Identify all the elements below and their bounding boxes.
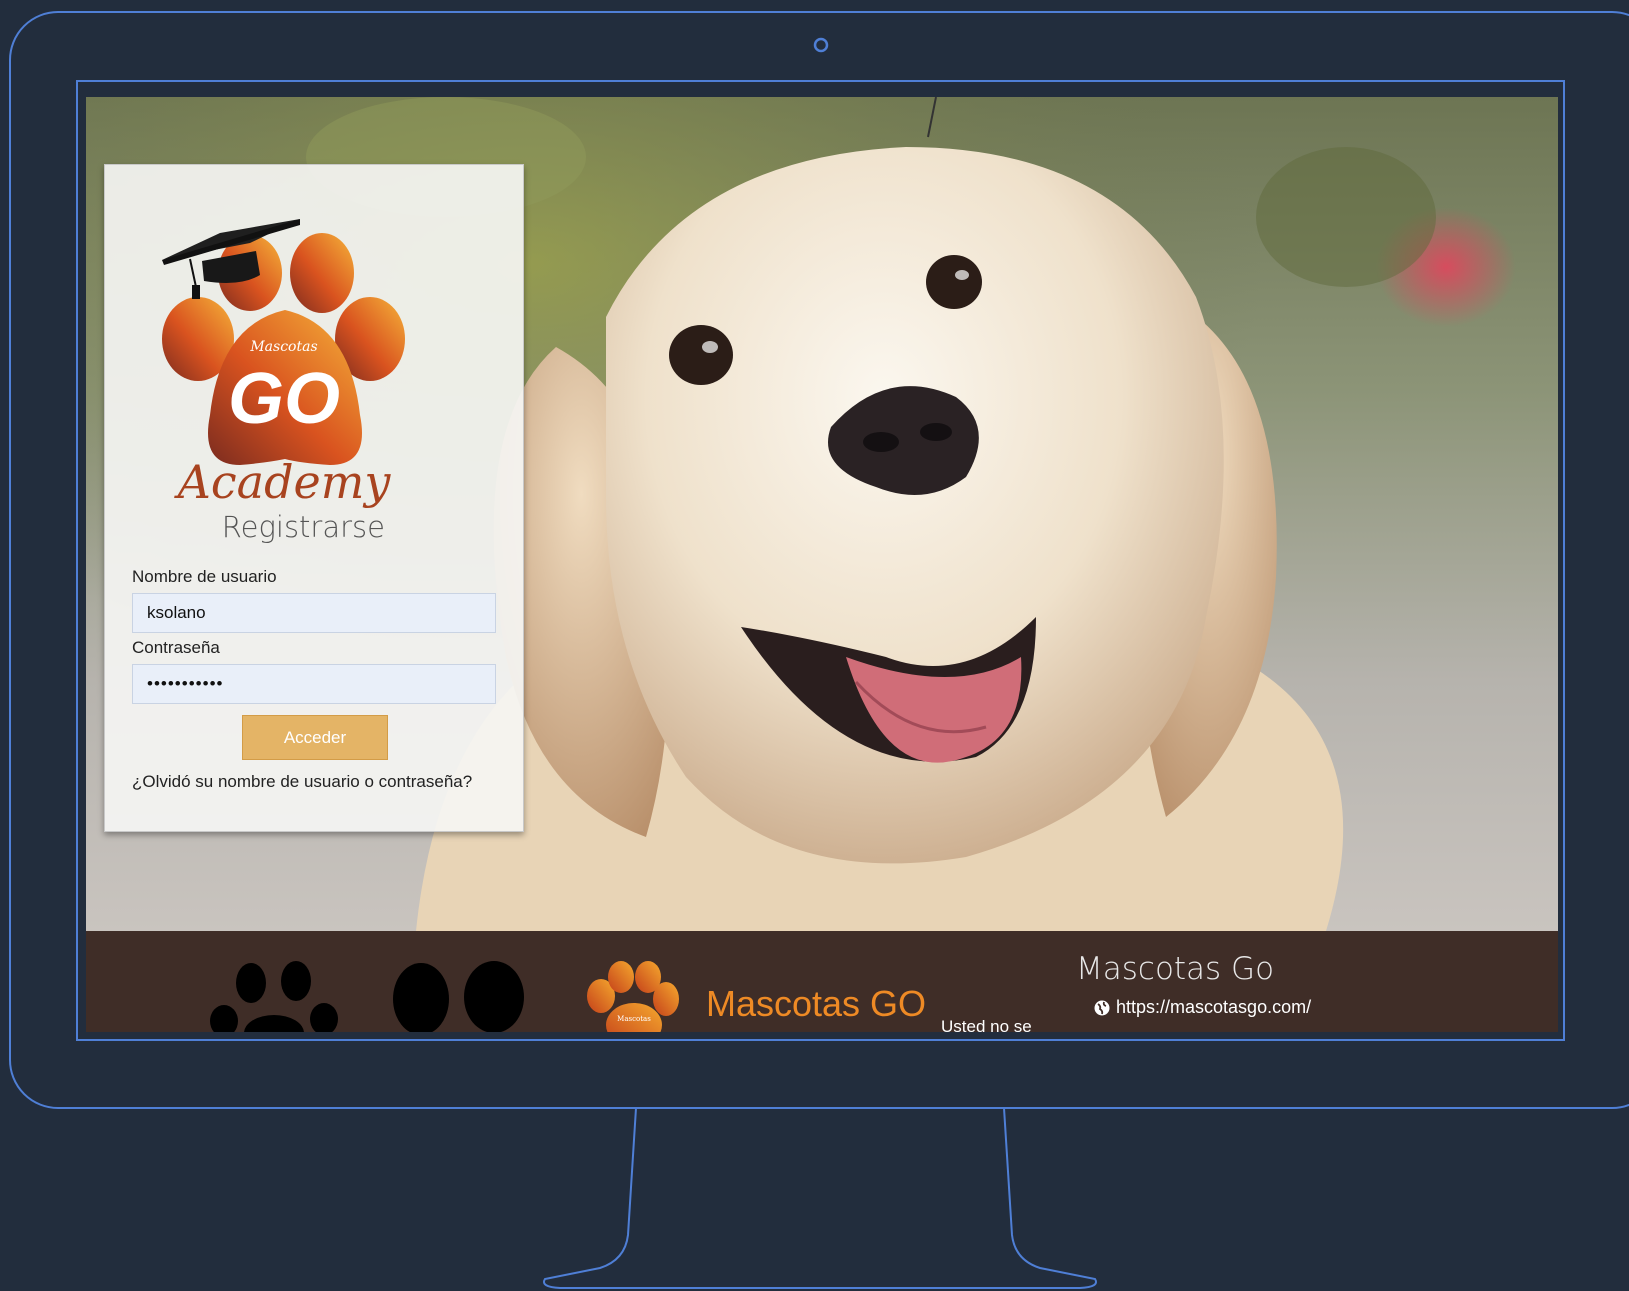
paw-icon <box>393 961 524 1032</box>
login-card: Mascotas GO Academy Registrarse Nombre d… <box>104 164 524 832</box>
site-footer: Mascotas Mascotas GO Usted no se Mascota… <box>86 931 1558 1032</box>
logo-script-text: Academy <box>174 455 392 509</box>
logo-top-text: Mascotas <box>249 339 317 355</box>
password-label: Contraseña <box>132 638 220 657</box>
paw-toe-3 <box>290 233 354 313</box>
mini-logo-text: Mascotas <box>617 1015 651 1023</box>
password-field[interactable]: ••••••••••• <box>132 664 496 704</box>
mascotas-go-mini-logo: Mascotas <box>587 961 679 1032</box>
footer-cut-text: Usted no se <box>941 1017 1032 1032</box>
logo-big-text: GO <box>228 359 340 439</box>
username-label: Nombre de usuario <box>132 567 277 586</box>
login-button[interactable]: Acceder <box>242 715 388 760</box>
monitor-stand <box>543 1107 1097 1289</box>
footer-url-text: https://mascotasgo.com/ <box>1116 997 1312 1017</box>
paw-icon <box>210 961 338 1032</box>
globe-icon <box>1094 1000 1110 1015</box>
footer-brand-text: Mascotas GO <box>706 983 927 1024</box>
browser-viewport: Mascotas GO Academy Registrarse Nombre d… <box>86 97 1558 1032</box>
footer-site-title: Mascotas Go <box>1076 951 1275 987</box>
username-field[interactable]: ksolano <box>132 593 496 633</box>
forgot-password-link[interactable]: ¿Olvidó su nombre de usuario o contraseñ… <box>132 772 472 792</box>
footer-site-link[interactable]: https://mascotasgo.com/ <box>1094 997 1311 1018</box>
mascotas-go-academy-logo: Mascotas GO Academy <box>162 219 405 509</box>
page-title: Registrarse <box>221 510 385 544</box>
